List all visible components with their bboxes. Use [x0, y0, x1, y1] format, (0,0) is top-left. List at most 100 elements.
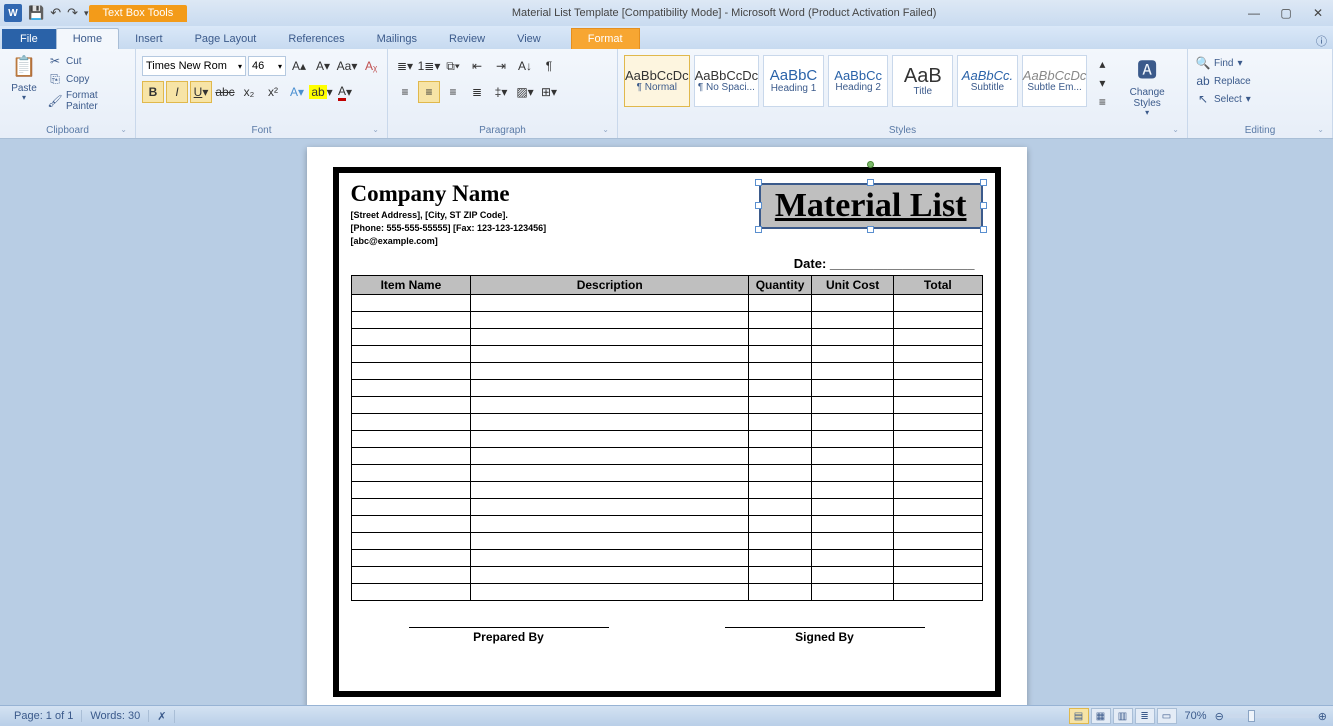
table-cell[interactable] — [749, 380, 812, 397]
resize-handle-w[interactable] — [755, 202, 762, 209]
table-cell[interactable] — [351, 482, 471, 499]
table-cell[interactable] — [812, 380, 894, 397]
table-cell[interactable] — [749, 329, 812, 346]
tab-references[interactable]: References — [272, 29, 360, 49]
cut-button[interactable]: ✂Cut — [46, 53, 129, 69]
table-cell[interactable] — [749, 516, 812, 533]
superscript-button[interactable]: x² — [262, 81, 284, 103]
close-button[interactable]: ✕ — [1307, 6, 1329, 20]
status-words[interactable]: Words: 30 — [82, 710, 149, 722]
bullets-button[interactable]: ≣▾ — [394, 55, 416, 77]
table-cell[interactable] — [894, 567, 982, 584]
table-cell[interactable] — [749, 312, 812, 329]
format-painter-button[interactable]: 🖌Format Painter — [46, 89, 129, 113]
table-cell[interactable] — [894, 499, 982, 516]
table-row[interactable] — [351, 516, 982, 533]
table-cell[interactable] — [749, 397, 812, 414]
table-cell[interactable] — [812, 397, 894, 414]
table-cell[interactable] — [749, 550, 812, 567]
table-row[interactable] — [351, 431, 982, 448]
maximize-button[interactable]: ▢ — [1275, 6, 1297, 20]
table-cell[interactable] — [894, 397, 982, 414]
redo-icon[interactable]: ↷ — [67, 5, 78, 21]
table-cell[interactable] — [471, 380, 749, 397]
clear-formatting-button[interactable]: Aᵪ — [360, 55, 382, 77]
resize-handle-nw[interactable] — [755, 179, 762, 186]
table-row[interactable] — [351, 312, 982, 329]
table-cell[interactable] — [812, 550, 894, 567]
table-cell[interactable] — [471, 414, 749, 431]
font-color-button[interactable]: A▾ — [334, 81, 356, 103]
align-right-button[interactable]: ≡ — [442, 81, 464, 103]
text-effects-button[interactable]: A▾ — [286, 81, 308, 103]
table-cell[interactable] — [894, 533, 982, 550]
date-line[interactable]: Date: ____________________ — [359, 256, 975, 271]
table-cell[interactable] — [812, 482, 894, 499]
ribbon-minimize-icon[interactable]: ⓘ — [1310, 33, 1333, 49]
table-cell[interactable] — [749, 465, 812, 482]
status-proof-icon[interactable]: ✗ — [149, 710, 175, 723]
table-cell[interactable] — [894, 380, 982, 397]
table-row[interactable] — [351, 550, 982, 567]
table-cell[interactable] — [351, 312, 471, 329]
select-button[interactable]: ↖Select ▾ — [1194, 91, 1253, 107]
justify-button[interactable]: ≣ — [466, 81, 488, 103]
table-cell[interactable] — [894, 363, 982, 380]
signed-by-line[interactable] — [725, 627, 925, 628]
replace-button[interactable]: abReplace — [1194, 73, 1253, 89]
zoom-in-button[interactable]: ⊕ — [1318, 710, 1327, 723]
table-row[interactable] — [351, 584, 982, 601]
table-cell[interactable] — [471, 397, 749, 414]
borders-button[interactable]: ⊞▾ — [538, 81, 560, 103]
tab-home[interactable]: Home — [56, 28, 119, 49]
table-cell[interactable] — [749, 346, 812, 363]
shading-button[interactable]: ▨▾ — [514, 81, 536, 103]
strike-button[interactable]: abc — [214, 81, 236, 103]
table-row[interactable] — [351, 363, 982, 380]
styles-row-up[interactable]: ▴ — [1091, 55, 1113, 72]
table-row[interactable] — [351, 380, 982, 397]
table-cell[interactable] — [812, 516, 894, 533]
table-row[interactable] — [351, 448, 982, 465]
table-cell[interactable] — [894, 414, 982, 431]
table-cell[interactable] — [812, 431, 894, 448]
table-cell[interactable] — [351, 346, 471, 363]
print-layout-view-button[interactable]: ▤ — [1069, 708, 1089, 724]
increase-indent-button[interactable]: ⇥ — [490, 55, 512, 77]
bold-button[interactable]: B — [142, 81, 164, 103]
table-cell[interactable] — [351, 431, 471, 448]
tab-format[interactable]: Format — [571, 28, 640, 49]
zoom-slider-thumb[interactable] — [1248, 710, 1255, 722]
zoom-level[interactable]: 70% — [1179, 710, 1213, 722]
table-row[interactable] — [351, 533, 982, 550]
zoom-out-button[interactable]: ⊖ — [1215, 710, 1224, 723]
title-textbox-text[interactable]: Material List — [775, 187, 967, 224]
table-cell[interactable] — [471, 431, 749, 448]
table-cell[interactable] — [351, 499, 471, 516]
table-cell[interactable] — [812, 499, 894, 516]
table-cell[interactable] — [471, 448, 749, 465]
table-cell[interactable] — [894, 329, 982, 346]
tab-insert[interactable]: Insert — [119, 29, 179, 49]
table-cell[interactable] — [894, 482, 982, 499]
table-cell[interactable] — [894, 516, 982, 533]
table-cell[interactable] — [749, 448, 812, 465]
table-row[interactable] — [351, 482, 982, 499]
prepared-by-line[interactable] — [409, 627, 609, 628]
table-row[interactable] — [351, 329, 982, 346]
multilevel-button[interactable]: ⧉▾ — [442, 55, 464, 77]
table-cell[interactable] — [351, 550, 471, 567]
table-cell[interactable] — [471, 312, 749, 329]
table-cell[interactable] — [894, 312, 982, 329]
table-cell[interactable] — [471, 329, 749, 346]
style-no-spacing[interactable]: AaBbCcDc¶ No Spaci... — [694, 55, 760, 107]
tab-file[interactable]: File — [2, 29, 56, 49]
table-cell[interactable] — [749, 414, 812, 431]
material-table[interactable]: Item Name Description Quantity Unit Cost… — [351, 275, 983, 601]
table-row[interactable] — [351, 499, 982, 516]
change-case-button[interactable]: Aa▾ — [336, 55, 358, 77]
table-cell[interactable] — [894, 295, 982, 312]
minimize-button[interactable]: — — [1243, 6, 1265, 20]
table-cell[interactable] — [749, 533, 812, 550]
style-title[interactable]: AaBTitle — [892, 55, 953, 107]
